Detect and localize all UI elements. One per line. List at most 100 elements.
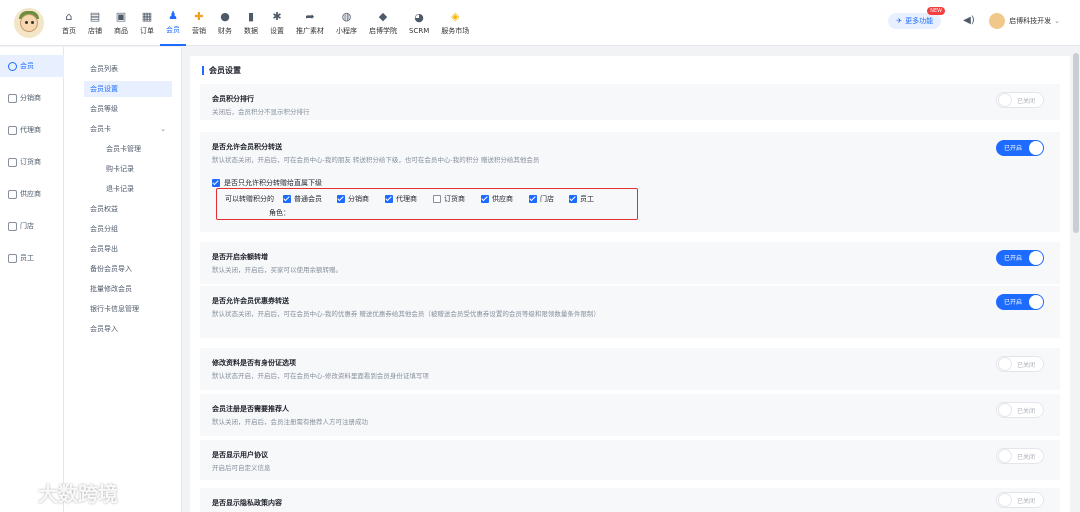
- submenu-item-label: 会员卡: [90, 125, 111, 133]
- setting-toggle[interactable]: 已关闭: [996, 448, 1044, 464]
- sidebar-item[interactable]: 门店: [0, 215, 64, 237]
- toggle-knob: [998, 357, 1012, 371]
- checkbox-icon[interactable]: [337, 195, 345, 203]
- nav-item-store[interactable]: ▤ 店铺: [82, 0, 108, 46]
- setting-toggle[interactable]: 已关闭: [996, 356, 1044, 372]
- user-avatar: [989, 13, 1006, 29]
- nav-item-settings[interactable]: ✱ 设置: [264, 0, 290, 46]
- user-menu[interactable]: 启博科技开发 ⌄: [989, 13, 1060, 29]
- submenu-item[interactable]: 会员列表: [84, 61, 172, 77]
- submenu-item-label: 会员等级: [90, 105, 118, 113]
- nav-item-scrm[interactable]: ◕ SCRM: [403, 0, 435, 46]
- toggle-knob: [998, 493, 1012, 507]
- submenu-item[interactable]: 会员导入: [84, 321, 172, 337]
- more-features-button[interactable]: ✈ 更多功能 NEW: [888, 7, 946, 29]
- nav-item-promote[interactable]: ➦ 推广素材: [290, 0, 330, 46]
- goods-icon: ▣: [115, 9, 127, 23]
- sidebar-item[interactable]: 会员: [0, 55, 64, 77]
- submenu-item[interactable]: 备份会员导入: [84, 261, 172, 277]
- submenu-item-label: 会员导入: [90, 325, 118, 333]
- submenu-item[interactable]: 银行卡信息管理: [84, 301, 172, 317]
- page-scrollbar[interactable]: [1072, 47, 1080, 512]
- checkbox-icon[interactable]: [481, 195, 489, 203]
- setting-title: 是否开启余额转增: [212, 253, 268, 261]
- setting-row: 会员积分排行 关闭后，会员积分不显示积分排行 已关闭: [200, 84, 1060, 120]
- submenu-item[interactable]: 会员等级: [84, 101, 172, 117]
- nav-item-member[interactable]: ♟ 会员: [160, 0, 186, 46]
- checkbox-icon[interactable]: [212, 179, 220, 187]
- role-checkbox[interactable]: 订货商: [433, 194, 465, 204]
- submenu-item[interactable]: 批量修改会员: [84, 281, 172, 297]
- sidebar-item[interactable]: 供应商: [0, 183, 64, 205]
- submenu-item[interactable]: 会员分组: [84, 221, 172, 237]
- nav-item-order[interactable]: ▦ 订单: [134, 0, 160, 46]
- nav-item-data[interactable]: ▮ 数据: [238, 0, 264, 46]
- setting-description: 默认关闭，开启后，买家可以使用余额转赠。: [212, 266, 342, 274]
- setting-toggle[interactable]: 已关闭: [996, 492, 1044, 508]
- submenu-item[interactable]: 会员设置: [84, 81, 172, 97]
- setting-toggle[interactable]: 已开启: [996, 294, 1044, 310]
- data-icon: ▮: [247, 9, 255, 23]
- sidebar-item[interactable]: 员工: [0, 247, 64, 269]
- nav-item-miniapp[interactable]: ◍ 小程序: [330, 0, 363, 46]
- nav-item-goods[interactable]: ▣ 商品: [108, 0, 134, 46]
- toggle-label: 已开启: [1004, 255, 1023, 262]
- submenu-item-label: 会员卡管理: [106, 145, 141, 153]
- nav-label: 订单: [140, 27, 154, 35]
- sidebar-item-label: 供应商: [20, 190, 41, 198]
- submenu-item-label: 会员权益: [90, 205, 118, 213]
- sidebar-item[interactable]: 代理商: [0, 119, 64, 141]
- role-checkbox[interactable]: 代理商: [385, 194, 417, 204]
- top-bar: ⌂ 首页 ▤ 店铺 ▣ 商品 ▦ 订单 ♟ 会员 ✚ 营销 ● 财务 ▮ 数据 ✱ 设置 ➦ 推广素材 ◍ 小程序 ◆ 启博学…: [0, 0, 1080, 46]
- sidebar-item[interactable]: 分销商: [0, 87, 64, 109]
- submenu-item[interactable]: 购卡记录: [100, 161, 172, 177]
- watermark: 大数跨境: [10, 478, 118, 507]
- nav-item-academy[interactable]: ◆ 启博学院: [363, 0, 403, 46]
- setting-toggle[interactable]: 已关闭: [996, 402, 1044, 418]
- toggle-label: 已关闭: [1016, 454, 1035, 461]
- sidebar-item-icon: [8, 61, 17, 71]
- nav-item-finance[interactable]: ● 财务: [212, 0, 238, 46]
- speaker-icon[interactable]: ◀): [963, 15, 975, 27]
- checkbox-icon[interactable]: [529, 195, 537, 203]
- checkbox-icon[interactable]: [283, 195, 291, 203]
- marketing-icon: ✚: [194, 9, 204, 23]
- submenu-item[interactable]: 会员权益: [84, 201, 172, 217]
- submenu-item[interactable]: 会员导出: [84, 241, 172, 257]
- submenu-item-label: 会员设置: [90, 85, 118, 93]
- role-checkbox[interactable]: 普通会员: [283, 194, 322, 204]
- miniapp-icon: ◍: [341, 9, 352, 23]
- nav-item-service-market[interactable]: ◈ 服务市场: [435, 0, 475, 46]
- submenu-item[interactable]: 会员卡管理: [100, 141, 172, 157]
- rocket-icon: ✈: [896, 17, 903, 25]
- sidebar-item[interactable]: 订货商: [0, 151, 64, 173]
- setting-toggle[interactable]: 已关闭: [996, 92, 1044, 108]
- nav-item-marketing[interactable]: ✚ 营销: [186, 0, 212, 46]
- nav-label: 首页: [62, 27, 76, 35]
- role-label: 员工: [580, 195, 594, 203]
- submenu-item[interactable]: 会员卡 ⌄: [84, 121, 172, 137]
- role-checkbox[interactable]: 门店: [529, 194, 554, 204]
- only-direct-checkbox[interactable]: 是否只允许积分转赠给直属下级: [212, 178, 322, 188]
- role-checkbox[interactable]: 员工: [569, 194, 594, 204]
- checkbox-label: 是否只允许积分转赠给直属下级: [224, 179, 322, 187]
- checkbox-icon[interactable]: [433, 195, 441, 203]
- chevron-down-icon: ⌄: [160, 125, 166, 133]
- role-checkbox[interactable]: 分销商: [337, 194, 369, 204]
- checkbox-icon[interactable]: [385, 195, 393, 203]
- section-title: 会员设置: [202, 66, 241, 75]
- setting-toggle[interactable]: 已开启: [996, 250, 1044, 266]
- logo-avatar[interactable]: [14, 8, 44, 38]
- role-checkbox[interactable]: 供应商: [481, 194, 513, 204]
- scroll-thumb[interactable]: [1073, 53, 1079, 233]
- submenu-item[interactable]: 退卡记录: [100, 181, 172, 197]
- checkbox-icon[interactable]: [569, 195, 577, 203]
- watermark-text: 大数跨境: [38, 482, 118, 506]
- sidebar-item-label: 会员: [20, 62, 34, 70]
- setting-title: 是否显示用户协议: [212, 451, 268, 459]
- finance-icon: ●: [220, 9, 230, 23]
- setting-title: 会员注册是否需要推荐人: [212, 405, 289, 413]
- nav-item-home[interactable]: ⌂ 首页: [56, 0, 82, 46]
- setting-toggle[interactable]: 已开启: [996, 140, 1044, 156]
- service-market-icon: ◈: [451, 9, 460, 23]
